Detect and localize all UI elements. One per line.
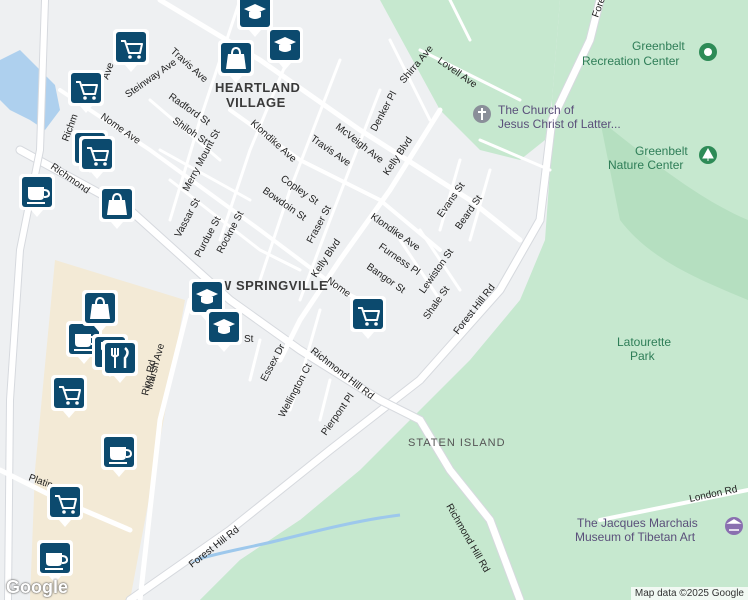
museum-label-line2: Museum of Tibetan Art bbox=[575, 530, 696, 544]
park-latourette-line1: Latourette bbox=[617, 335, 671, 349]
map-canvas[interactable]: HEARTLAND VILLAGE NEW SPRINGVILLE STATEN … bbox=[0, 0, 748, 600]
church-label-line1: The Church of bbox=[498, 103, 575, 117]
park-latourette-line2: Park bbox=[630, 349, 656, 363]
greenbelt-rec-line1: Greenbelt bbox=[632, 39, 685, 53]
recreation-icon[interactable] bbox=[699, 43, 717, 61]
neighborhood-staten-island: STATEN ISLAND bbox=[408, 437, 506, 449]
map-data-attribution[interactable]: Map data ©2025 Google bbox=[630, 587, 748, 600]
tree-icon[interactable] bbox=[699, 146, 717, 164]
church-label-line2: Jesus Christ of Latter... bbox=[498, 117, 621, 131]
google-logo[interactable]: Google bbox=[6, 577, 68, 598]
street-st-fragment: St bbox=[244, 334, 254, 345]
museum-icon[interactable] bbox=[725, 517, 743, 535]
greenbelt-rec-line2: Recreation Center bbox=[582, 54, 679, 68]
greenbelt-nature-line1: Greenbelt bbox=[635, 144, 688, 158]
museum-label-line1: The Jacques Marchais bbox=[577, 516, 698, 530]
church-icon[interactable] bbox=[473, 105, 491, 123]
greenbelt-nature-line2: Nature Center bbox=[608, 158, 683, 172]
